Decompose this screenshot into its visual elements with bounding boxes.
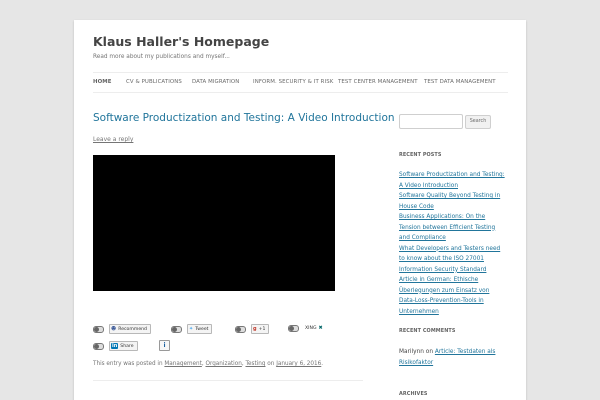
- linkedin-icon: in: [111, 343, 119, 349]
- toggle-icon[interactable]: [93, 325, 104, 333]
- main-navigation: HOME CV & PUBLICATIONS DATA MIGRATION IN…: [93, 72, 508, 93]
- site-description: Read more about my publications and myse…: [93, 54, 230, 60]
- recommend-button[interactable]: ☻ Recommend: [109, 324, 151, 334]
- category-link[interactable]: Management: [164, 361, 201, 367]
- toggle-icon[interactable]: [171, 325, 182, 333]
- category-link[interactable]: Testing: [245, 361, 265, 367]
- search-input[interactable]: [399, 114, 463, 129]
- nav-item-security-it-risk[interactable]: INFORM. SECURITY & IT RISK: [253, 79, 333, 85]
- nav-item-data-migration[interactable]: DATA MIGRATION: [192, 79, 239, 85]
- entry-meta: This entry was posted in Management, Org…: [93, 361, 324, 367]
- category-link[interactable]: Organization: [205, 361, 241, 367]
- share-gplus: g +1: [235, 324, 270, 334]
- post-date-link[interactable]: January 6, 2016: [276, 361, 321, 367]
- recent-post-link[interactable]: Software Quality Beyond Testing in House…: [399, 191, 507, 212]
- toggle-icon[interactable]: [93, 342, 104, 350]
- share-xing: XING ✖: [288, 324, 328, 332]
- xing-button[interactable]: XING ✖: [304, 324, 328, 332]
- linkedin-share-button[interactable]: in Share: [109, 341, 138, 351]
- post-title[interactable]: Software Productization and Testing: A V…: [93, 112, 395, 124]
- recent-post-link[interactable]: Article in German: Ethische Überlegungen…: [399, 275, 507, 317]
- thumbs-up-icon: ☻: [111, 326, 117, 332]
- archives-heading: ARCHIVES: [399, 391, 428, 397]
- info-icon[interactable]: i: [159, 340, 170, 351]
- recent-comments-heading: RECENT COMMENTS: [399, 328, 456, 334]
- gplus-button[interactable]: g +1: [251, 324, 270, 334]
- page-container: Klaus Haller's Homepage Read more about …: [74, 20, 526, 400]
- share-linkedin: in Share: [93, 341, 138, 351]
- gplus-icon: g: [253, 326, 257, 332]
- recent-post-link[interactable]: Business Applications: On the Tension be…: [399, 212, 507, 244]
- share-facebook: ☻ Recommend: [93, 324, 151, 334]
- xing-icon: ✖: [318, 325, 323, 331]
- site-title[interactable]: Klaus Haller's Homepage: [93, 34, 269, 49]
- recent-posts-heading: RECENT POSTS: [399, 152, 442, 158]
- toggle-icon[interactable]: [235, 325, 246, 333]
- nav-item-home[interactable]: HOME: [93, 79, 112, 85]
- toggle-icon[interactable]: [288, 324, 299, 332]
- recent-posts-list: Software Productization and Testing: A V…: [399, 170, 507, 317]
- recent-comment: Marilynn on Article: Testdaten als Risik…: [399, 349, 496, 366]
- divider: [93, 380, 363, 381]
- leave-reply-link[interactable]: Leave a reply: [93, 136, 133, 143]
- nav-item-test-center-management[interactable]: TEST CENTER MANAGEMENT: [338, 79, 418, 85]
- video-player[interactable]: [93, 155, 335, 291]
- bird-icon: ✦: [189, 326, 194, 332]
- tweet-button[interactable]: ✦ Tweet: [187, 324, 213, 334]
- recent-post-link[interactable]: Software Productization and Testing: A V…: [399, 170, 507, 191]
- recent-post-link[interactable]: What Developers and Testers need to know…: [399, 244, 507, 276]
- share-twitter: ✦ Tweet: [171, 324, 213, 334]
- nav-item-cv-publications[interactable]: CV & PUBLICATIONS: [126, 79, 182, 85]
- nav-item-test-data-management[interactable]: TEST DATA MANAGEMENT: [424, 79, 496, 85]
- search-button[interactable]: Search: [465, 115, 491, 129]
